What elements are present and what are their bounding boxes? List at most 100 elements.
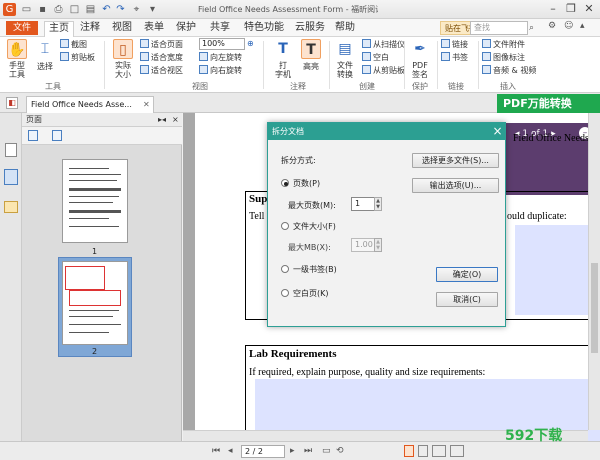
radio-by-blank-page[interactable] bbox=[281, 289, 289, 297]
tab-cloud[interactable]: 云服务 bbox=[293, 21, 327, 37]
continuous-facing-icon[interactable] bbox=[450, 445, 464, 457]
restore-button[interactable]: ❐ bbox=[562, 1, 580, 17]
file-menu[interactable]: 文件 bbox=[6, 21, 38, 35]
close-tab-icon[interactable]: ✕ bbox=[143, 97, 150, 112]
pages-panel-icon[interactable] bbox=[4, 169, 18, 185]
search-input[interactable]: 查找 bbox=[470, 21, 528, 35]
pdf-sign-button[interactable]: ✒ PDF 签名 bbox=[407, 39, 433, 81]
document-tab[interactable]: Field Office Needs Asse... ✕ bbox=[26, 96, 154, 113]
redo-icon[interactable]: ↷ bbox=[114, 3, 127, 16]
clipboard-button[interactable]: 剪贴板 bbox=[60, 52, 95, 64]
select-cursor-icon: ⌶ bbox=[40, 41, 50, 57]
actual-size-button[interactable]: ▯ 实际 大小 bbox=[110, 39, 136, 81]
single-page-view-icon[interactable] bbox=[404, 445, 414, 457]
thumb-line bbox=[69, 202, 113, 203]
undo-icon[interactable]: ↶ bbox=[100, 3, 113, 16]
blank-button[interactable]: 空白 bbox=[362, 52, 389, 64]
delete-page-icon[interactable] bbox=[52, 130, 62, 141]
user-icon[interactable]: ☺ bbox=[564, 20, 573, 33]
file-convert-button[interactable]: ▤ 文件 转换 bbox=[332, 39, 358, 81]
radio-by-pages[interactable] bbox=[281, 179, 289, 187]
tab-protect[interactable]: 保护 bbox=[174, 21, 198, 37]
thumbnail-options-icon[interactable] bbox=[28, 130, 38, 141]
last-page-icon[interactable]: ⏭ bbox=[304, 445, 312, 458]
file-attachment-button[interactable]: 文件附件 bbox=[482, 39, 525, 51]
settings-icon[interactable]: ⚙ bbox=[548, 20, 556, 33]
radio-by-bookmark[interactable] bbox=[281, 265, 289, 273]
output-options-button[interactable]: 输出选项(U)... bbox=[412, 178, 499, 193]
max-pages-label: 最大页数(M): bbox=[288, 201, 336, 210]
fit-width-button[interactable]: 适合宽度 bbox=[140, 52, 183, 64]
customize-icon[interactable]: ▾ bbox=[146, 3, 159, 16]
vertical-scrollbar[interactable] bbox=[588, 113, 600, 430]
thumb-line bbox=[69, 188, 121, 191]
tab-home[interactable]: 主页 bbox=[44, 21, 74, 37]
radio-by-filesize[interactable] bbox=[281, 222, 289, 230]
save-icon[interactable]: ▪ bbox=[36, 3, 49, 16]
pdf-convert-banner[interactable]: PDF万能转换 bbox=[497, 94, 600, 113]
tab-features[interactable]: 特色功能 bbox=[241, 21, 287, 37]
typewriter-button[interactable]: T 打 字机 bbox=[270, 39, 296, 81]
max-pages-stepper[interactable]: ▲ ▼ bbox=[374, 197, 382, 211]
new-icon[interactable]: □ bbox=[68, 3, 81, 16]
comments-panel-icon[interactable] bbox=[4, 201, 18, 213]
zoom-in-icon[interactable]: ⊕ bbox=[247, 38, 254, 50]
fit-visible-button[interactable]: 适合视区 bbox=[140, 65, 183, 77]
ribbon-collapse-icon[interactable]: ▴ bbox=[580, 20, 585, 33]
rotate-left-button[interactable]: 向左旋转 bbox=[199, 52, 242, 64]
panel-close-icon[interactable]: × bbox=[172, 113, 179, 127]
select-button[interactable]: ⌶ 选择 bbox=[32, 39, 58, 81]
page-thumbnail-1[interactable] bbox=[62, 159, 128, 243]
page-icon[interactable]: ▤ bbox=[84, 3, 97, 16]
menu-bar: 文件 主页 注释 视图 表单 保护 共享 特色功能 云服务 帮助 贴在飞行 查找… bbox=[0, 19, 600, 37]
cancel-button[interactable]: 取消(C) bbox=[436, 292, 498, 307]
history-icon[interactable]: ⟲ bbox=[336, 445, 344, 458]
home-tab-icon[interactable]: ◧ bbox=[6, 97, 18, 109]
open-icon[interactable]: ▭ bbox=[20, 3, 33, 16]
max-mb-stepper[interactable]: ▲ ▼ bbox=[374, 238, 382, 252]
minimize-button[interactable]: – bbox=[544, 1, 562, 17]
page-nav-icon[interactable] bbox=[5, 143, 17, 157]
snapshot-button[interactable]: 截图 bbox=[60, 39, 87, 51]
prev-page-icon[interactable]: ◂ bbox=[228, 445, 233, 458]
search-icon[interactable]: ⌕ bbox=[529, 21, 541, 35]
tab-view[interactable]: 视图 bbox=[110, 21, 134, 37]
facing-view-icon[interactable] bbox=[432, 445, 446, 457]
scanner-icon bbox=[362, 39, 371, 48]
cursor-icon[interactable]: ⌖ bbox=[130, 3, 143, 16]
tab-form[interactable]: 表单 bbox=[142, 21, 166, 37]
tab-comment[interactable]: 注释 bbox=[78, 21, 102, 37]
bookmark-button[interactable]: 书签 bbox=[441, 52, 468, 64]
select-more-files-button[interactable]: 选择更多文件(S)... bbox=[412, 153, 499, 168]
rotate-right-button[interactable]: 向右旋转 bbox=[199, 65, 242, 77]
group-protect-label: 保护 bbox=[412, 82, 428, 91]
page-size-icon: ▯ bbox=[113, 39, 133, 59]
next-page-icon[interactable]: ▸ bbox=[290, 445, 295, 458]
ok-button[interactable]: 确定(O) bbox=[436, 267, 498, 282]
panel-options-icon[interactable]: ▸◂ bbox=[158, 113, 166, 127]
from-clipboard-button[interactable]: 从剪贴板 bbox=[362, 65, 405, 77]
tab-share[interactable]: 共享 bbox=[208, 21, 232, 37]
link-button[interactable]: 链接 bbox=[441, 39, 468, 51]
rotate-right-label: 向右旋转 bbox=[210, 66, 242, 75]
dialog-close-icon[interactable]: × bbox=[490, 123, 505, 140]
page-number-input[interactable]: 2 / 2 bbox=[241, 445, 285, 458]
audio-video-button[interactable]: 音频 & 视频 bbox=[482, 65, 536, 77]
page-thumbnail-2[interactable] bbox=[62, 261, 128, 345]
zoom-select[interactable]: 100% bbox=[199, 38, 245, 50]
highlight-button[interactable]: T 高亮 bbox=[298, 39, 324, 81]
fit-page-button[interactable]: 适合页面 bbox=[140, 39, 183, 51]
print-icon[interactable]: ⎙ bbox=[52, 3, 65, 16]
page-view-icon[interactable]: ▭ bbox=[322, 445, 331, 458]
scroll-thumb[interactable] bbox=[591, 263, 598, 353]
from-scanner-button[interactable]: 从扫描仪 bbox=[362, 39, 405, 51]
continuous-view-icon[interactable] bbox=[418, 445, 428, 457]
from-scanner-label: 从扫描仪 bbox=[373, 40, 405, 49]
close-button[interactable]: ✕ bbox=[580, 1, 598, 17]
first-page-icon[interactable]: ⏮ bbox=[212, 445, 220, 458]
fit-visible-icon bbox=[140, 65, 149, 74]
image-annotation-button[interactable]: 图像标注 bbox=[482, 52, 525, 64]
hand-tool-button[interactable]: ✋ 手型 工具 bbox=[4, 39, 30, 81]
tab-help[interactable]: 帮助 bbox=[333, 21, 357, 37]
media-icon bbox=[482, 65, 491, 74]
